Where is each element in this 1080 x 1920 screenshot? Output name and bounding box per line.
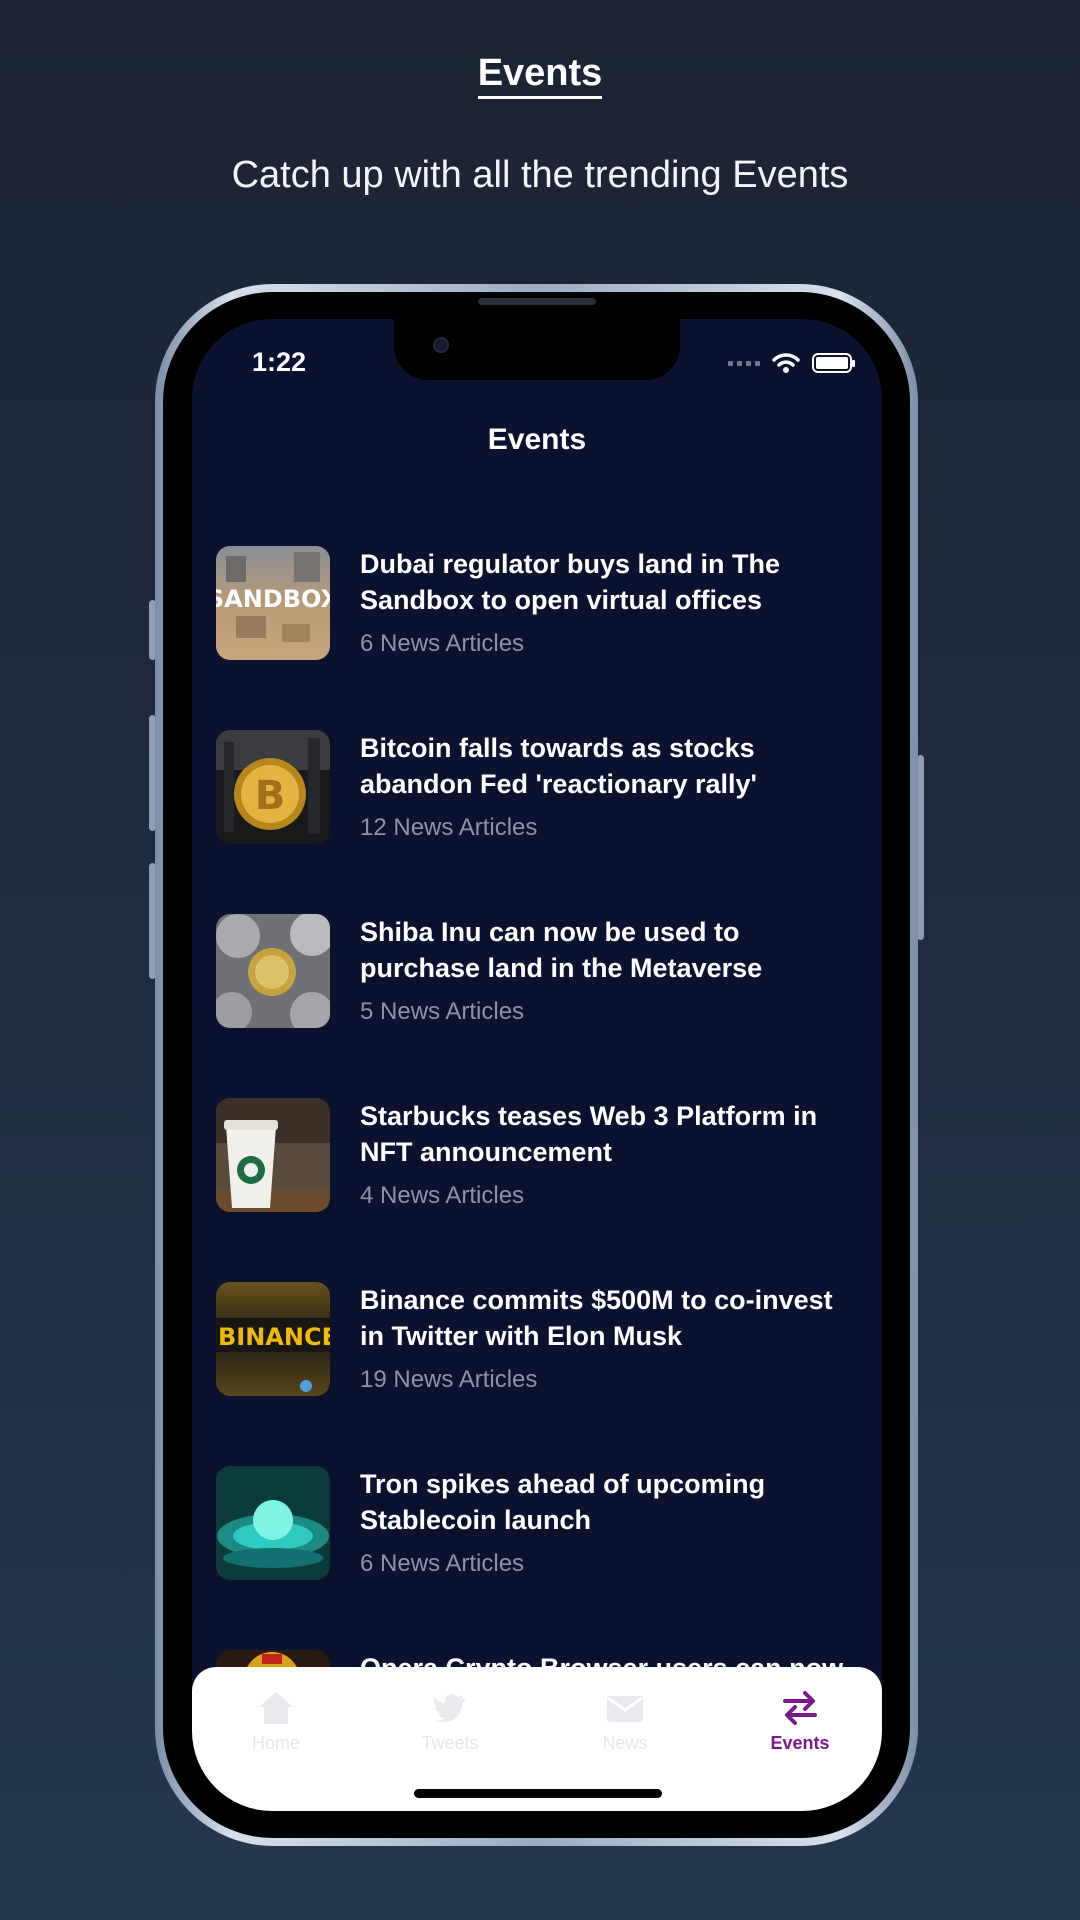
battery-icon (812, 353, 855, 373)
tab-label: News (602, 1733, 648, 1753)
event-article-count: 5 News Articles (360, 998, 525, 1025)
event-thumbnail (216, 1098, 330, 1212)
event-thumbnail: B (216, 730, 330, 844)
event-thumbnail (216, 914, 330, 1028)
home-indicator (414, 1789, 662, 1798)
event-item[interactable]: Tron spikes ahead of upcoming Stablecoin… (216, 1466, 856, 1616)
home-icon (206, 1685, 346, 1731)
event-thumbnail: SANDBOX (216, 546, 330, 660)
tab-news[interactable]: News (555, 1685, 695, 1754)
wifi-icon (772, 352, 800, 374)
event-item[interactable]: Shiba Inu can now be used to purchase la… (216, 914, 856, 1064)
status-icons (728, 352, 855, 374)
event-title: Tron spikes ahead of upcoming Stablecoin… (360, 1469, 766, 1535)
mail-icon (555, 1685, 695, 1731)
svg-text:B: B (255, 773, 286, 819)
event-item[interactable]: BINANCE Binance commits $500M to co-inve… (216, 1282, 856, 1432)
power-button (917, 755, 924, 940)
tab-home[interactable]: Home (206, 1685, 346, 1754)
event-thumbnail: BINANCE (216, 1282, 330, 1396)
tab-label: Home (251, 1733, 300, 1753)
promo-subtitle: Catch up with all the trending Events (231, 154, 849, 196)
event-article-count: 6 News Articles (360, 1550, 525, 1577)
event-article-count: 6 News Articles (360, 630, 525, 657)
event-article-count: 19 News Articles (360, 1366, 538, 1393)
event-title: Shiba Inu can now be used to purchase la… (360, 917, 763, 983)
signal-icon (728, 360, 760, 366)
phone-screen: 1:22 Events SANDBOX (192, 319, 882, 1811)
promo-title: Events (0, 52, 1080, 99)
thumb-sandbox-text: SANDBOX (216, 585, 330, 613)
event-article-count: 4 News Articles (360, 1182, 525, 1209)
tab-tweets[interactable]: Tweets (380, 1685, 520, 1754)
event-article-count: 12 News Articles (360, 814, 538, 841)
event-title: Binance commits $500M to co-invest in Tw… (360, 1285, 833, 1351)
event-title: Bitcoin falls towards as stocks abandon … (360, 733, 757, 799)
screen-title: Events (487, 423, 587, 456)
tab-events[interactable]: Events (730, 1685, 870, 1754)
event-thumbnail (216, 1466, 330, 1580)
tab-label: Tweets (421, 1733, 479, 1753)
swap-arrows-icon (730, 1685, 870, 1731)
status-time: 1:22 (252, 347, 307, 377)
event-title: Dubai regulator buys land in The Sandbox… (360, 549, 781, 615)
event-item[interactable]: Starbucks teases Web 3 Platform in NFT a… (216, 1098, 856, 1248)
event-title: Starbucks teases Web 3 Platform in NFT a… (360, 1101, 818, 1167)
camera-icon (433, 337, 449, 353)
tab-label: Events (770, 1733, 830, 1753)
phone-speaker (478, 298, 596, 305)
event-item[interactable]: B Bitcoin falls towards as stocks abando… (216, 730, 856, 880)
thumb-binance-text: BINANCE (218, 1323, 330, 1351)
twitter-icon (380, 1685, 520, 1731)
event-item[interactable]: SANDBOX Dubai regulator buys land in The… (216, 546, 856, 696)
notch (394, 319, 680, 380)
